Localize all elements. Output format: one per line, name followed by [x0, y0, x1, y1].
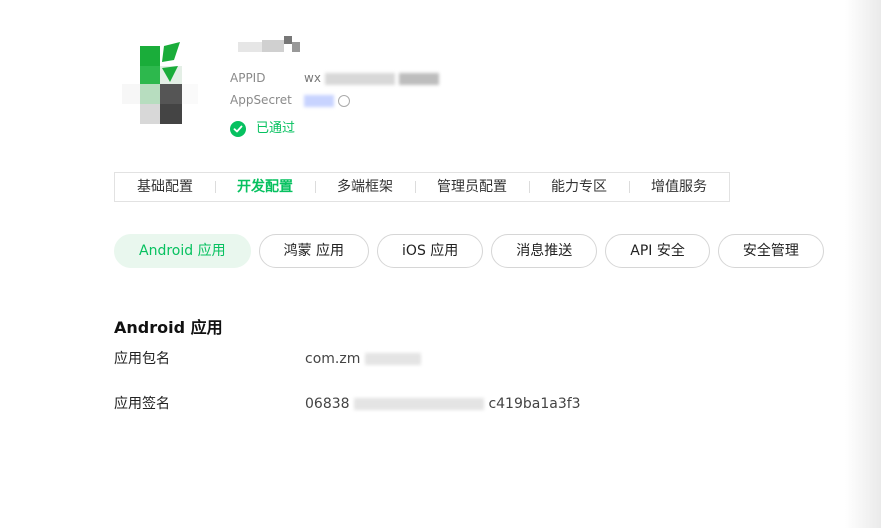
- status-text: 已通过: [256, 121, 296, 136]
- appsecret-label: AppSecret: [230, 93, 292, 107]
- appid-value: wx: [304, 70, 439, 86]
- tab-dev-config[interactable]: 开发配置: [215, 172, 315, 202]
- section-title: Android 应用: [114, 318, 223, 337]
- platform-pill-row: Android 应用 鸿蒙 应用 iOS 应用 消息推送 API 安全 安全管理: [114, 234, 824, 268]
- tab-admin-config[interactable]: 管理员配置: [415, 172, 529, 202]
- package-name-row: 应用包名 com.zm: [114, 349, 614, 369]
- tab-value-added[interactable]: 增值服务: [629, 172, 729, 202]
- appsecret-redacted-link[interactable]: [304, 94, 334, 107]
- pill-api-security[interactable]: API 安全: [605, 234, 710, 268]
- appid-label: APPID: [230, 71, 266, 85]
- pill-ios-app[interactable]: iOS 应用: [377, 234, 484, 268]
- tab-capabilities[interactable]: 能力专区: [529, 172, 629, 202]
- settings-tab-bar: 基础配置 开发配置 多端框架 管理员配置 能力专区 增值服务: [114, 172, 730, 202]
- app-signature-row: 应用签名 06838 c419ba1a3f3: [114, 394, 614, 414]
- tab-multi-platform[interactable]: 多端框架: [315, 172, 415, 202]
- appsecret-row: AppSecret: [230, 92, 350, 108]
- info-icon[interactable]: [337, 94, 350, 107]
- app-signature-value: 06838 c419ba1a3f3: [305, 396, 581, 412]
- package-name-label: 应用包名: [114, 351, 170, 367]
- package-name-value: com.zm: [305, 349, 421, 369]
- pill-security-management[interactable]: 安全管理: [717, 234, 824, 268]
- app-signature-label: 应用签名: [114, 396, 170, 412]
- app-name-redacted: [238, 36, 304, 54]
- pill-message-push[interactable]: 消息推送: [491, 234, 598, 268]
- app-logo-icon: [118, 38, 204, 128]
- appsecret-value[interactable]: [304, 92, 350, 108]
- status-badge: 已通过: [230, 120, 295, 138]
- check-circle-icon: [230, 121, 246, 137]
- app-signature-redacted: [354, 398, 484, 410]
- app-settings-page: APPID wx AppSecret 已通过 基础配置 开发配置 多端框架 管理…: [0, 0, 881, 528]
- right-edge-shadow: [845, 0, 881, 528]
- pill-android-app[interactable]: Android 应用: [114, 234, 251, 268]
- pill-harmony-app[interactable]: 鸿蒙 应用: [258, 234, 370, 268]
- package-name-redacted: [364, 353, 421, 365]
- appid-redacted: [398, 72, 439, 85]
- tab-basic-config[interactable]: 基础配置: [115, 172, 215, 202]
- appid-row: APPID wx: [230, 70, 439, 86]
- appid-redacted: [324, 72, 395, 85]
